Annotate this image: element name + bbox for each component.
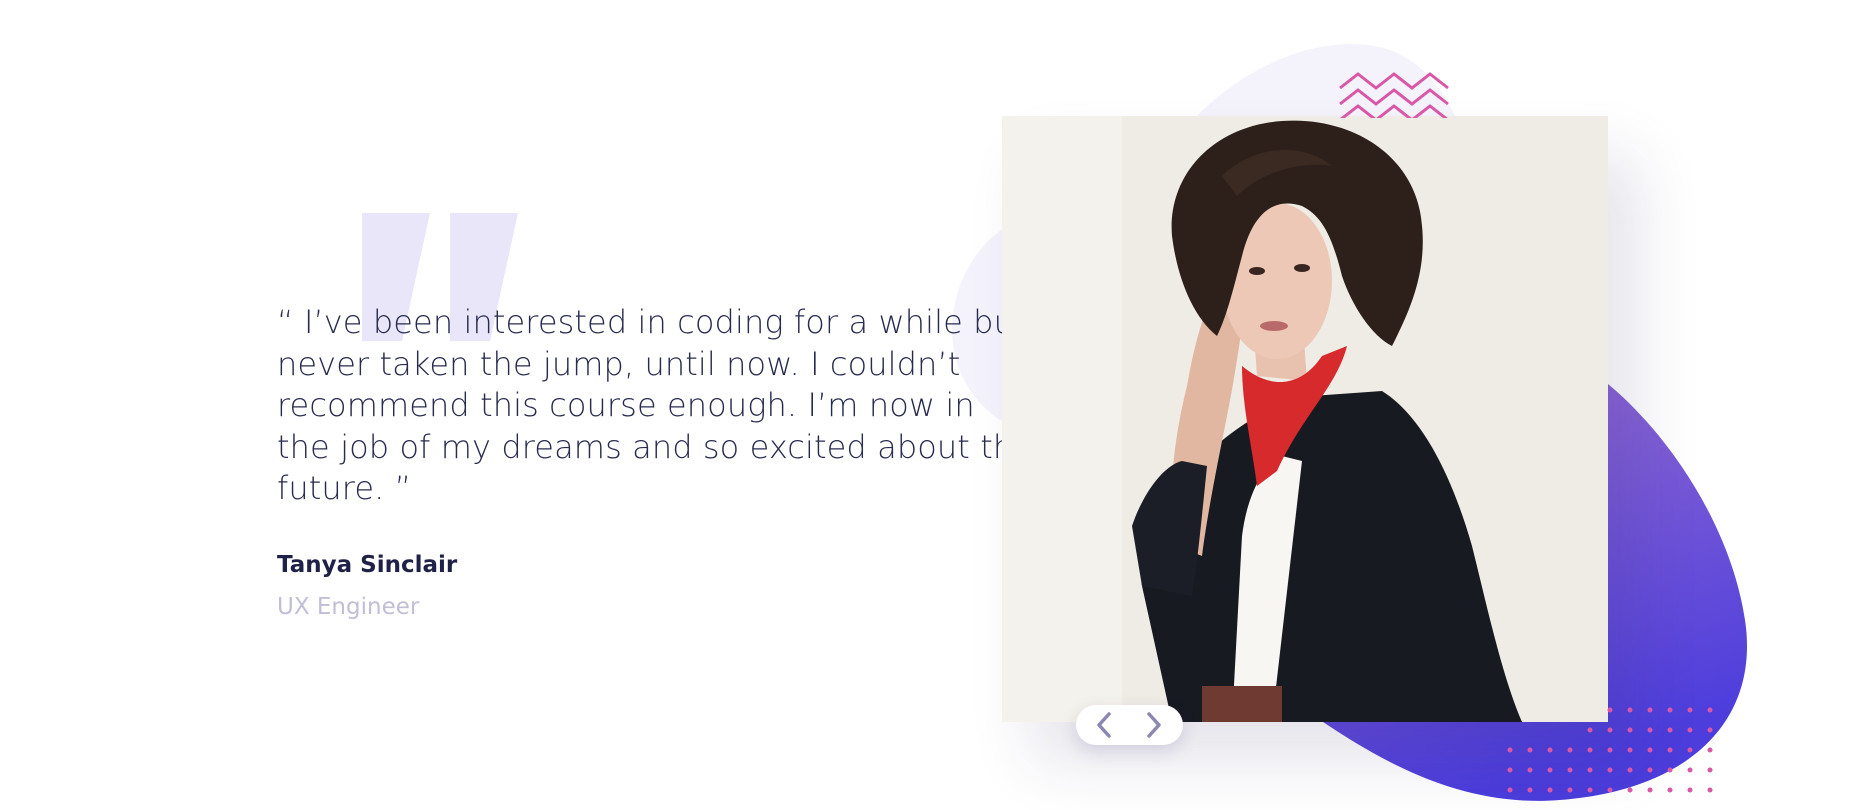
carousel-navigation [1076, 705, 1183, 745]
testimonial-quote: “ I’ve been interested in coding for a w… [277, 303, 1034, 507]
author-name: Tanya Sinclair [277, 552, 458, 578]
testimonial-section: “ I’ve been interested in coding for a w… [0, 0, 1862, 810]
testimonial-photo [1002, 116, 1608, 722]
chevron-right-icon [1147, 712, 1161, 738]
dot-grid-decoration-icon [1507, 707, 1713, 793]
previous-button[interactable] [1082, 705, 1126, 745]
chevron-left-icon [1097, 712, 1111, 738]
next-button[interactable] [1132, 705, 1176, 745]
portrait-image [1002, 116, 1608, 722]
zigzag-decoration-icon [1339, 72, 1449, 118]
author-role: UX Engineer [277, 594, 420, 620]
